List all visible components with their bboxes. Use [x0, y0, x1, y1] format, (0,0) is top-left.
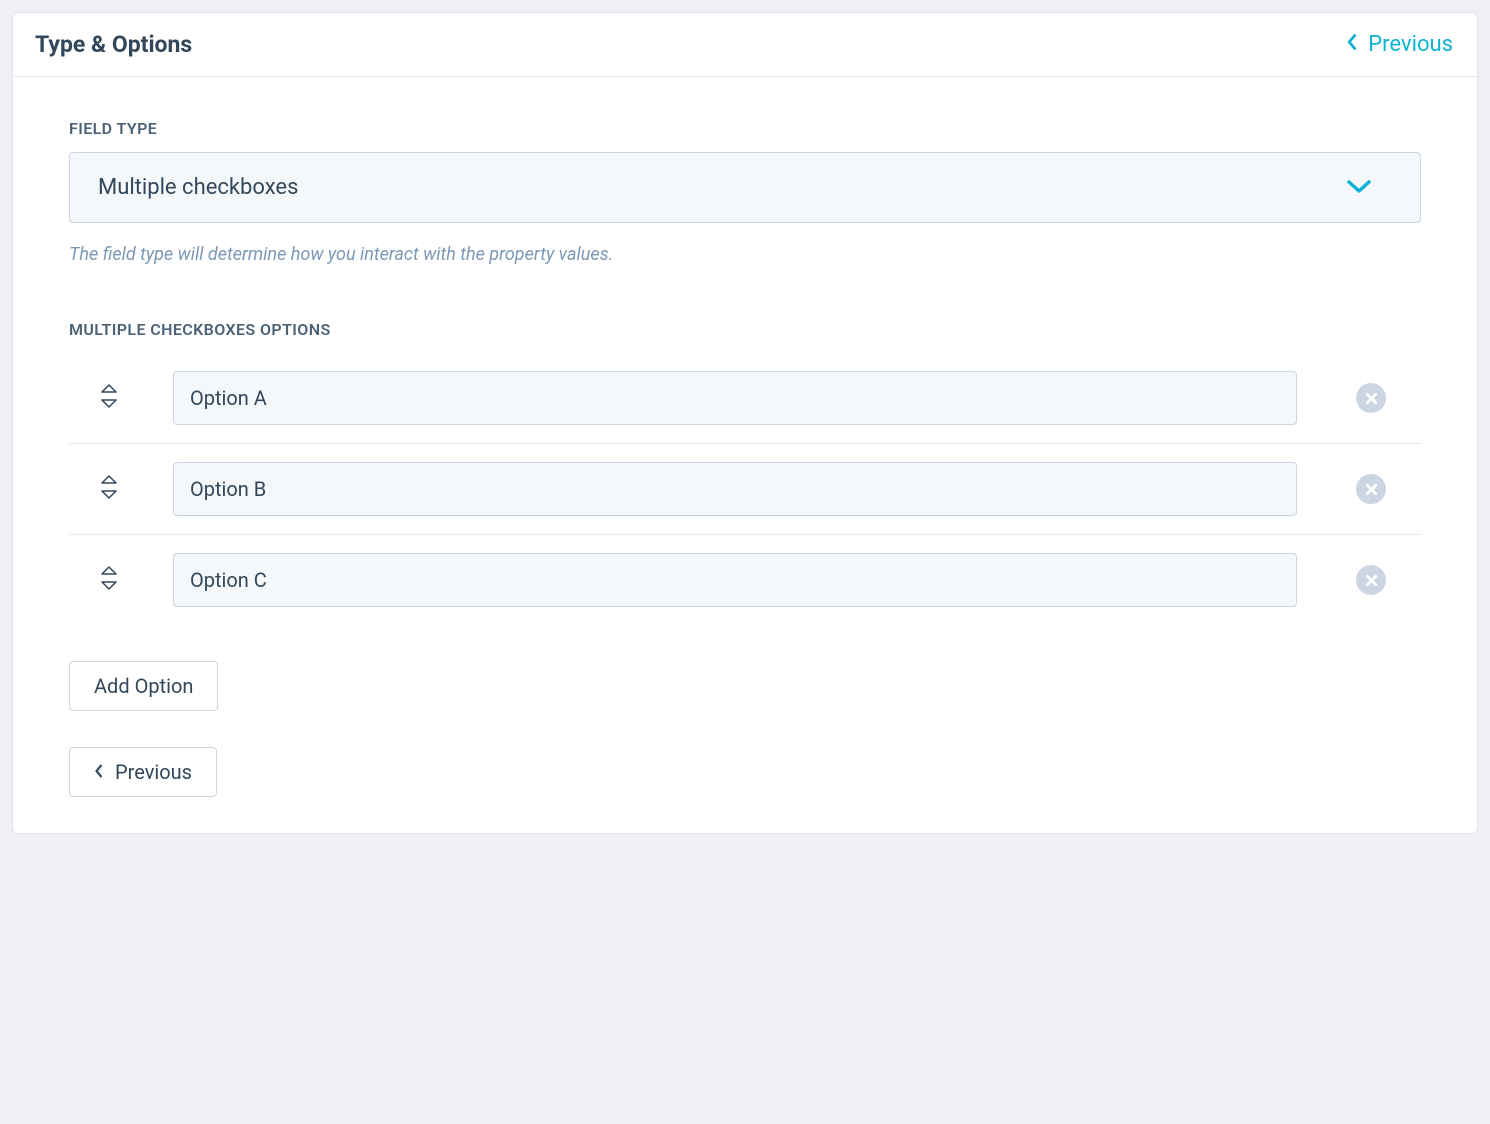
card-header: Type & Options Previous: [13, 13, 1477, 77]
remove-option-button[interactable]: [1321, 474, 1421, 504]
close-icon: [1356, 565, 1386, 595]
field-type-select-wrap: Multiple checkboxes: [69, 152, 1421, 223]
add-option-label: Add Option: [94, 674, 193, 698]
sort-icon: [99, 566, 119, 594]
option-input[interactable]: [173, 553, 1297, 607]
drag-handle[interactable]: [69, 384, 149, 412]
field-type-select[interactable]: Multiple checkboxes: [69, 152, 1421, 223]
type-options-card: Type & Options Previous FIELD TYPE Multi…: [12, 12, 1478, 834]
sort-icon: [99, 384, 119, 412]
drag-handle[interactable]: [69, 566, 149, 594]
option-row: [69, 353, 1421, 444]
previous-link-label: Previous: [1368, 32, 1453, 57]
option-row: [69, 444, 1421, 535]
chevron-left-icon: [94, 760, 105, 784]
option-row: [69, 535, 1421, 625]
close-icon: [1356, 383, 1386, 413]
previous-link-top[interactable]: Previous: [1346, 32, 1453, 58]
page-title: Type & Options: [35, 31, 192, 58]
previous-button-bottom[interactable]: Previous: [69, 747, 217, 797]
chevron-down-icon: [1346, 175, 1372, 200]
options-list: [69, 353, 1421, 625]
options-section: MULTIPLE CHECKBOXES OPTIONS: [69, 320, 1421, 797]
add-option-button[interactable]: Add Option: [69, 661, 218, 711]
card-body: FIELD TYPE Multiple checkboxes The field…: [13, 77, 1477, 833]
options-section-label: MULTIPLE CHECKBOXES OPTIONS: [69, 320, 1421, 339]
field-type-help: The field type will determine how you in…: [69, 241, 1421, 268]
option-input[interactable]: [173, 462, 1297, 516]
sort-icon: [99, 475, 119, 503]
remove-option-button[interactable]: [1321, 565, 1421, 595]
close-icon: [1356, 474, 1386, 504]
option-input[interactable]: [173, 371, 1297, 425]
field-type-selected-value: Multiple checkboxes: [98, 175, 298, 200]
previous-button-label: Previous: [115, 760, 192, 784]
remove-option-button[interactable]: [1321, 383, 1421, 413]
drag-handle[interactable]: [69, 475, 149, 503]
chevron-left-icon: [1346, 32, 1360, 58]
field-type-label: FIELD TYPE: [69, 119, 1421, 138]
